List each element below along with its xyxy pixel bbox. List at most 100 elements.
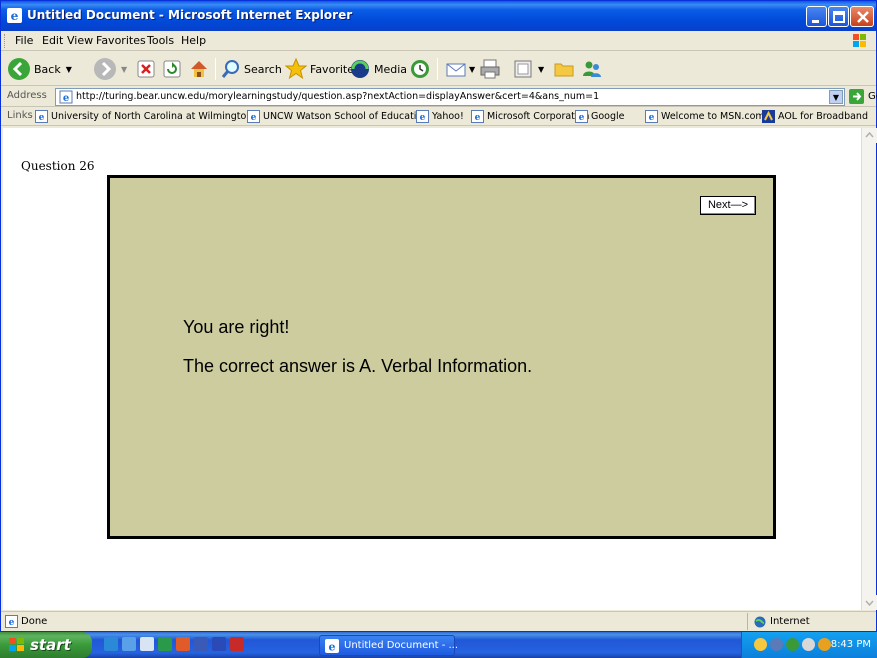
menu-view[interactable]: View	[67, 34, 93, 47]
search-label: Search	[244, 62, 282, 76]
link-microsoft[interactable]: e Microsoft Corporation	[471, 110, 589, 123]
address-label: Address	[7, 90, 47, 101]
link-label: Yahoo!	[432, 111, 464, 122]
svg-text:e: e	[579, 113, 585, 123]
link-label: Google	[591, 111, 625, 122]
scroll-up-button[interactable]	[862, 128, 877, 143]
feedback-text: You are right!	[183, 317, 290, 337]
address-url: http://turing.bear.uncw.edu/morylearning…	[76, 91, 600, 102]
ie-logo-icon: e	[325, 639, 339, 653]
title-bar[interactable]: e Untitled Document - Microsoft Internet…	[1, 1, 876, 31]
back-button[interactable]: Back ▼	[7, 56, 72, 82]
address-input[interactable]: e http://turing.bear.uncw.edu/morylearni…	[55, 88, 845, 106]
print-button[interactable]	[479, 56, 501, 82]
quicklaunch-acrobat-icon[interactable]	[230, 637, 244, 651]
links-bar: Links e University of North Carolina at W…	[1, 107, 876, 126]
discuss-button[interactable]	[553, 56, 575, 82]
question-number: Question 26	[21, 159, 95, 173]
tray-volume-icon[interactable]	[802, 638, 815, 651]
menu-file[interactable]: File	[15, 34, 33, 47]
refresh-button[interactable]	[163, 56, 181, 82]
aol-icon	[762, 110, 775, 123]
quicklaunch-powerpoint-icon[interactable]	[176, 637, 190, 651]
stop-button[interactable]	[137, 56, 155, 82]
link-msn[interactable]: e Welcome to MSN.com	[645, 110, 765, 123]
link-page-icon: e	[247, 110, 260, 123]
vertical-scrollbar[interactable]	[861, 128, 877, 610]
standard-toolbar: Back ▼ ▼ Search Favorites Media ▼ ▼	[1, 52, 876, 86]
link-uncw[interactable]: e University of North Carolina at Wilming…	[35, 110, 252, 123]
menu-edit[interactable]: Edit	[42, 34, 63, 47]
forward-dropdown-icon[interactable]: ▼	[121, 65, 127, 74]
quicklaunch-browser-icon[interactable]	[122, 637, 136, 651]
start-button[interactable]: start	[0, 632, 92, 658]
link-page-icon: e	[416, 110, 429, 123]
go-button[interactable]: Go	[849, 89, 877, 104]
svg-text:e: e	[39, 113, 45, 123]
tray-network-icon[interactable]	[770, 638, 783, 651]
link-label: University of North Carolina at Wilmingt…	[51, 111, 253, 122]
search-button[interactable]: Search	[221, 56, 282, 82]
messenger-icon	[583, 61, 601, 77]
globe-icon	[754, 616, 766, 627]
folder-icon	[554, 63, 574, 77]
mail-dropdown-icon[interactable]: ▼	[469, 65, 475, 74]
edit-dropdown-icon[interactable]: ▼	[538, 65, 544, 74]
svg-text:e: e	[420, 113, 426, 123]
page-icon: e	[59, 90, 73, 104]
scroll-down-button[interactable]	[862, 595, 877, 610]
go-label: Go	[868, 91, 877, 102]
quicklaunch-outlook-icon[interactable]	[194, 637, 208, 651]
quicklaunch-word-icon[interactable]	[212, 637, 226, 651]
quicklaunch-desktop-icon[interactable]	[140, 637, 154, 651]
next-button[interactable]: Next—>	[700, 196, 756, 215]
svg-text:e: e	[9, 618, 15, 628]
taskbar: start e Untitled Document - ... 8:43 PM	[0, 632, 877, 658]
window-title: Untitled Document - Microsoft Internet E…	[27, 8, 353, 22]
mail-icon	[446, 63, 466, 77]
star-icon	[285, 58, 307, 80]
menu-bar: File Edit View Favorites Tools Help	[1, 31, 876, 51]
task-label: Untitled Document - ...	[344, 640, 459, 651]
home-button[interactable]	[189, 56, 209, 82]
correct-answer-text: The correct answer is A. Verbal Informat…	[183, 356, 533, 376]
back-dropdown-icon[interactable]: ▼	[66, 65, 72, 74]
quicklaunch-ie-icon[interactable]	[104, 637, 118, 651]
tray-update-icon[interactable]	[818, 638, 831, 651]
page-status-icon: e	[5, 615, 18, 628]
quicklaunch-excel-icon[interactable]	[158, 637, 172, 651]
tray-security-icon[interactable]	[786, 638, 799, 651]
menu-grip	[4, 34, 7, 48]
menu-tools[interactable]: Tools	[147, 34, 174, 47]
close-button[interactable]	[850, 6, 874, 27]
page-content: Question 26 Next—> You are right! The co…	[3, 128, 861, 610]
menu-favorites[interactable]: Favorites	[96, 34, 146, 47]
messenger-button[interactable]	[581, 56, 603, 82]
address-dropdown-icon[interactable]: ▼	[829, 90, 843, 104]
links-label: Links	[7, 110, 33, 121]
link-yahoo[interactable]: e Yahoo!	[416, 110, 464, 123]
taskbar-ie-window[interactable]: e Untitled Document - ...	[319, 635, 459, 656]
link-watson[interactable]: e UNCW Watson School of Education	[247, 110, 428, 123]
svg-text:e: e	[649, 113, 655, 123]
link-label: AOL for Broadband	[778, 111, 868, 122]
link-aol[interactable]: AOL for Broadband	[762, 110, 868, 123]
mail-button[interactable]: ▼	[445, 56, 475, 82]
tray-app-icon[interactable]	[754, 638, 767, 651]
minimize-button[interactable]	[806, 6, 827, 27]
status-bar: e Done Internet	[1, 611, 876, 631]
back-arrow-icon	[8, 58, 30, 80]
svg-text:e: e	[11, 9, 19, 23]
forward-button[interactable]: ▼	[93, 56, 127, 82]
history-button[interactable]	[409, 56, 431, 82]
menu-help[interactable]: Help	[181, 34, 206, 47]
security-zone: Internet	[747, 613, 810, 630]
media-button[interactable]: Media	[349, 56, 407, 82]
edit-button[interactable]: ▼	[513, 56, 544, 82]
answer-panel: Next—> You are right! The correct answer…	[107, 175, 776, 539]
status-done: e Done	[5, 615, 47, 628]
link-google[interactable]: e Google	[575, 110, 625, 123]
toolbar-separator	[215, 58, 216, 80]
printer-icon	[480, 59, 500, 79]
maximize-button[interactable]	[828, 6, 849, 27]
